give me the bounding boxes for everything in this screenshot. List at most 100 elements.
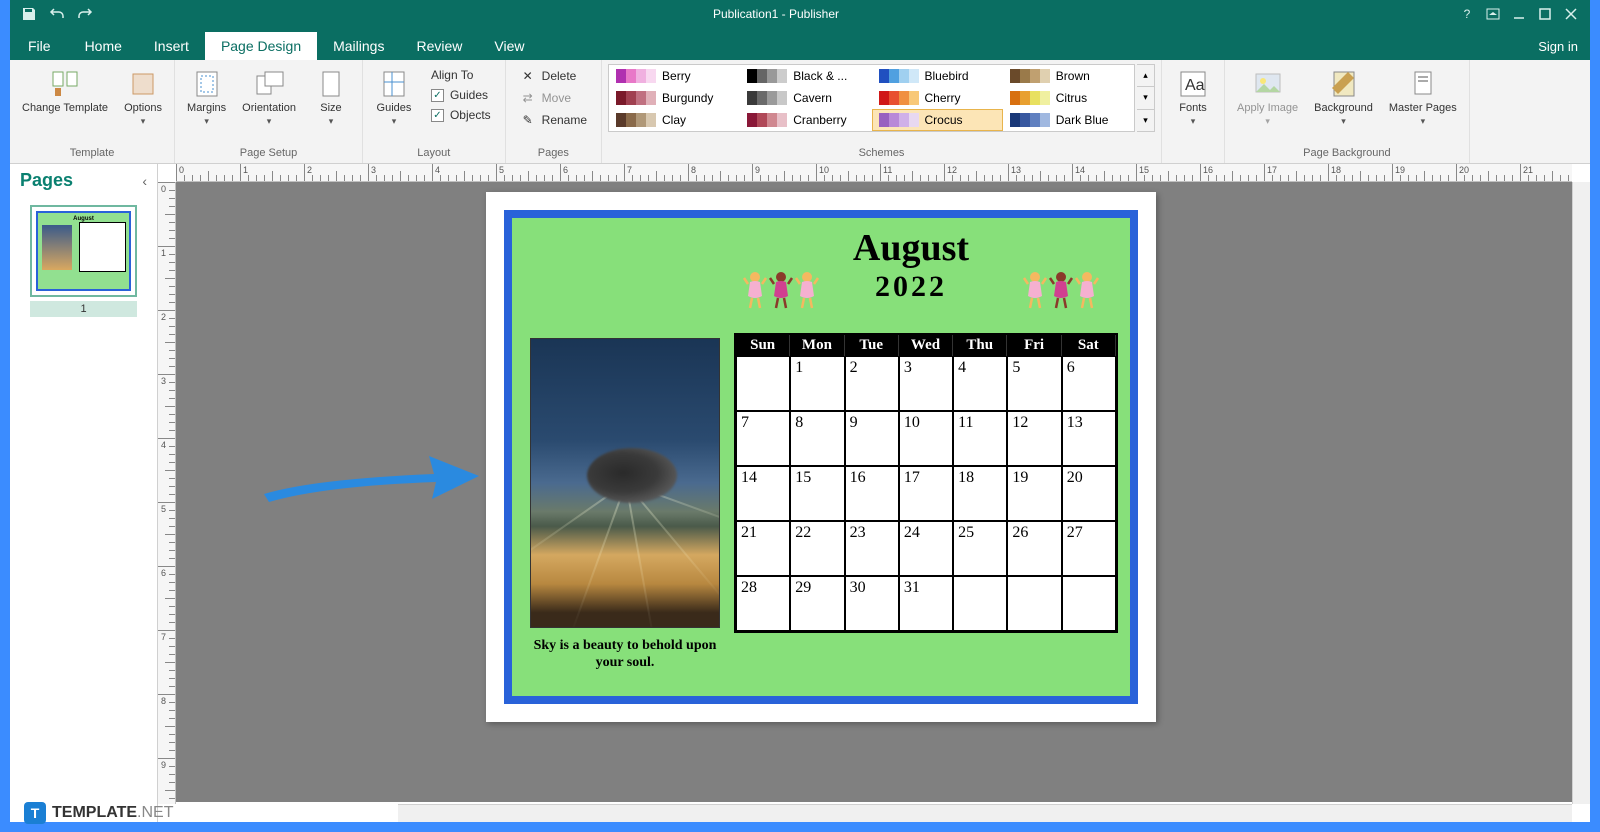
apply-image-button[interactable]: Apply Image ▾ — [1231, 64, 1304, 131]
move-icon: ⇄ — [520, 90, 536, 106]
scrollbar-vertical[interactable] — [1572, 182, 1590, 804]
chevron-down-icon: ▾ — [392, 116, 397, 127]
scheme-burgundy[interactable]: Burgundy — [609, 87, 740, 109]
fonts-icon: Aa — [1177, 68, 1209, 100]
scheme-clay[interactable]: Clay — [609, 109, 740, 131]
schemes-gallery[interactable]: BerryBlack & ...BluebirdBrown BurgundyCav… — [608, 64, 1135, 132]
canvas-area: August 2022 — [158, 164, 1590, 822]
chevron-down-icon: ▾ — [141, 116, 146, 127]
tab-home[interactable]: Home — [69, 32, 138, 60]
calendar-grid: SunMonTueWedThuFriSat 123456789101112131… — [734, 333, 1118, 633]
objects-checkbox[interactable]: ✓Objects — [427, 106, 495, 124]
annotation-arrow — [254, 444, 484, 519]
save-icon[interactable] — [20, 5, 38, 23]
delete-icon: ✕ — [520, 68, 536, 84]
calendar-month: August — [712, 226, 1110, 270]
scheme-citrus[interactable]: Citrus — [1003, 87, 1134, 109]
master-pages-icon — [1407, 68, 1439, 100]
tab-insert[interactable]: Insert — [138, 32, 205, 60]
scheme-cherry[interactable]: Cherry — [872, 87, 1003, 109]
publication-page[interactable]: August 2022 — [486, 192, 1156, 722]
titlebar: Publication1 - Publisher ? — [10, 0, 1590, 28]
guides-checkbox[interactable]: ✓Guides — [427, 86, 495, 104]
move-page-button[interactable]: ⇄Move — [516, 88, 591, 108]
undo-icon[interactable] — [48, 5, 66, 23]
watermark-badge: T — [24, 802, 46, 824]
tab-mailings[interactable]: Mailings — [317, 32, 400, 60]
margins-button[interactable]: Margins ▾ — [181, 64, 232, 131]
tab-file[interactable]: File — [10, 32, 69, 60]
pages-panel: Pages ‹ August 1 — [10, 164, 158, 822]
chevron-down-icon: ▾ — [1341, 116, 1346, 127]
scheme-brown[interactable]: Brown — [1003, 65, 1134, 87]
chevron-down-icon: ▾ — [1421, 116, 1426, 127]
options-icon — [127, 68, 159, 100]
calendar-photo — [530, 338, 720, 628]
scheme-crocus[interactable]: Crocus — [872, 109, 1003, 131]
ribbon-toggle-icon[interactable] — [1484, 5, 1502, 23]
group-label-pages: Pages — [512, 145, 595, 161]
chevron-down-icon: ▾ — [1265, 116, 1270, 127]
background-icon — [1328, 68, 1360, 100]
group-label-page-background: Page Background — [1231, 145, 1463, 161]
chevron-down-icon: ▾ — [329, 116, 334, 127]
page-number: 1 — [30, 301, 137, 317]
orientation-icon — [253, 68, 285, 100]
clipart-dancers-right — [1022, 270, 1100, 317]
maximize-icon[interactable] — [1536, 5, 1554, 23]
background-button[interactable]: Background ▾ — [1308, 64, 1379, 131]
help-icon[interactable]: ? — [1458, 5, 1476, 23]
chevron-down-icon: ▾ — [1191, 116, 1196, 127]
delete-page-button[interactable]: ✕Delete — [516, 66, 591, 86]
size-button[interactable]: Size ▾ — [306, 64, 356, 131]
orientation-button[interactable]: Orientation ▾ — [236, 64, 302, 131]
page-thumbnail[interactable]: August — [30, 205, 137, 297]
scheme-cranberry[interactable]: Cranberry — [740, 109, 871, 131]
collapse-icon[interactable]: ‹ — [142, 173, 147, 189]
scheme-black-[interactable]: Black & ... — [740, 65, 871, 87]
window-title: Publication1 - Publisher — [94, 7, 1458, 21]
scrollbar-horizontal[interactable] — [398, 804, 1572, 822]
tab-page-design[interactable]: Page Design — [205, 32, 317, 60]
options-button[interactable]: Options ▾ — [118, 64, 168, 131]
group-label-page-setup: Page Setup — [181, 145, 356, 161]
tab-view[interactable]: View — [478, 32, 540, 60]
sign-in-link[interactable]: Sign in — [1526, 33, 1590, 60]
size-icon — [315, 68, 347, 100]
ribbon-tabs: File Home Insert Page Design Mailings Re… — [10, 28, 1590, 60]
watermark: T TEMPLATE.NET — [24, 802, 173, 824]
ruler-vertical — [158, 182, 176, 804]
scheme-bluebird[interactable]: Bluebird — [872, 65, 1003, 87]
chevron-down-icon: ▾ — [267, 116, 272, 127]
scheme-dark-blue[interactable]: Dark Blue — [1003, 109, 1134, 131]
change-template-button[interactable]: Change Template — [16, 64, 114, 118]
chevron-down-icon: ▾ — [204, 116, 209, 127]
clipart-dancers-left — [742, 270, 820, 317]
schemes-more[interactable]: ▾ — [1137, 110, 1154, 131]
ribbon: Change Template Options ▾ Template Margi… — [10, 60, 1590, 164]
margins-icon — [191, 68, 223, 100]
photo-caption: Sky is a beauty to behold upon your soul… — [530, 638, 720, 672]
master-pages-button[interactable]: Master Pages ▾ — [1383, 64, 1463, 131]
scheme-berry[interactable]: Berry — [609, 65, 740, 87]
group-label-layout: Layout — [369, 145, 499, 161]
align-to-label: Align To — [427, 66, 495, 84]
guides-button[interactable]: Guides ▾ — [369, 64, 419, 131]
close-icon[interactable] — [1562, 5, 1580, 23]
redo-icon[interactable] — [76, 5, 94, 23]
scheme-cavern[interactable]: Cavern — [740, 87, 871, 109]
guides-icon — [378, 68, 410, 100]
svg-text:Aa: Aa — [1185, 77, 1205, 94]
rename-icon: ✎ — [520, 112, 536, 128]
ruler-horizontal — [176, 164, 1572, 182]
group-label-template: Template — [16, 145, 168, 161]
template-icon — [49, 68, 81, 100]
group-label-schemes: Schemes — [608, 145, 1155, 161]
minimize-icon[interactable] — [1510, 5, 1528, 23]
schemes-scroll-up[interactable]: ▴ — [1137, 65, 1154, 87]
tab-review[interactable]: Review — [400, 32, 478, 60]
fonts-button[interactable]: Aa Fonts ▾ — [1168, 64, 1218, 131]
image-icon — [1252, 68, 1284, 100]
rename-page-button[interactable]: ✎Rename — [516, 110, 591, 130]
schemes-scroll-down[interactable]: ▾ — [1137, 87, 1154, 109]
